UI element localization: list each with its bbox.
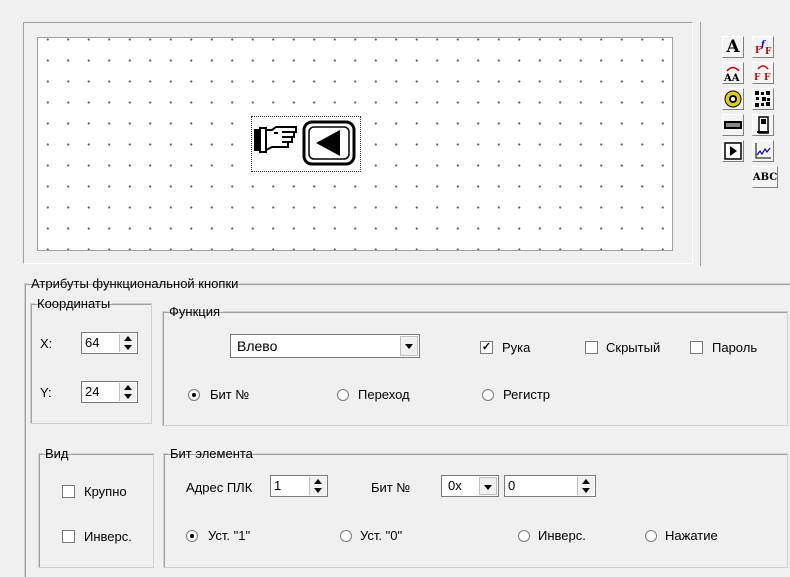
left-arrow-icon: [302, 120, 356, 166]
graph-tool-button[interactable]: [752, 140, 774, 162]
register-label: Регистр: [503, 387, 551, 402]
bitmap-tool-button[interactable]: [752, 88, 774, 110]
plc-address-label: Адрес ПЛК: [186, 480, 253, 495]
inverse-radio[interactable]: [518, 530, 530, 542]
inverse-label: Инверс.: [538, 528, 586, 543]
password-checkbox[interactable]: [690, 341, 703, 354]
bit-element-group: Бит элемента: [163, 446, 788, 568]
bit-element-group-title: Бит элемента: [170, 446, 253, 461]
large-checkbox[interactable]: [62, 485, 75, 498]
bit-number-radio[interactable]: [188, 389, 200, 401]
dynamic-text-tool-button[interactable]: AA: [722, 62, 744, 84]
bit-prefix-value: 0x: [448, 478, 462, 493]
selected-button-element[interactable]: [251, 116, 361, 172]
bit-prefix-select[interactable]: 0x: [441, 475, 499, 497]
bit-number-spinner[interactable]: 0: [504, 475, 596, 497]
set-0-label: Уст. "0": [360, 528, 403, 543]
svg-text:F: F: [754, 73, 761, 83]
svg-text:F: F: [765, 47, 772, 57]
pointing-hand-icon: [254, 126, 297, 153]
set-1-label: Уст. "1": [208, 528, 251, 543]
lamp-icon: [724, 90, 742, 108]
formula-icon: FfF: [755, 40, 772, 57]
y-coordinate-spinner[interactable]: 24: [81, 381, 138, 403]
pattern-icon: [755, 91, 770, 107]
hand-checkbox[interactable]: ✓: [480, 341, 493, 354]
abc-tool-button[interactable]: ABC: [752, 166, 778, 188]
y-coordinate-value: 24: [85, 384, 100, 399]
coordinates-group-title: Координаты: [37, 296, 111, 311]
y-spin-arrows[interactable]: [119, 383, 136, 401]
bit-number-field-label: Бит №: [371, 480, 411, 495]
door-icon: [757, 116, 769, 134]
inverse-view-checkbox[interactable]: [62, 530, 75, 543]
svg-text:F: F: [764, 73, 771, 83]
x-coordinate-value: 64: [85, 335, 100, 350]
password-label: Пароль: [712, 340, 758, 355]
register-radio[interactable]: [482, 389, 494, 401]
lamp-tool-button[interactable]: [722, 88, 744, 110]
hand-label: Рука: [502, 340, 531, 355]
function-button-tool-button[interactable]: [722, 140, 744, 162]
function-select[interactable]: Влево: [230, 334, 420, 358]
x-coordinate-spinner[interactable]: 64: [81, 332, 138, 354]
bit-number-label: Бит №: [210, 387, 250, 402]
tools-toolbar: [700, 22, 790, 266]
jump-label: Переход: [358, 387, 410, 402]
set-0-radio[interactable]: [340, 530, 352, 542]
plc-address-spinner[interactable]: 1: [270, 475, 328, 497]
coordinates-group: Координаты: [30, 296, 152, 424]
chevron-down-icon[interactable]: [400, 336, 418, 356]
large-label: Крупно: [84, 484, 127, 499]
text-tool-label: A: [726, 37, 740, 57]
x-spin-arrows[interactable]: [119, 334, 136, 352]
press-radio[interactable]: [645, 530, 657, 542]
hidden-checkbox[interactable]: [585, 341, 598, 354]
text-tool-button[interactable]: A: [722, 36, 744, 58]
abc-tool-label: ABC: [752, 171, 778, 183]
bit-number-value: 0: [508, 478, 516, 493]
bit-spin-arrows[interactable]: [577, 477, 594, 495]
input-field-tool-button[interactable]: [722, 114, 744, 136]
function-group-title: Функция: [169, 304, 220, 319]
dynamic-formula-tool-button[interactable]: FF: [752, 62, 774, 84]
attributes-group-title: Атрибуты функциональной кнопки: [31, 276, 239, 291]
y-label: Y:: [40, 385, 52, 400]
hidden-label: Скрытый: [606, 340, 661, 355]
chevron-down-icon[interactable]: [479, 477, 497, 495]
door-tool-button[interactable]: [752, 114, 774, 136]
plc-spin-arrows[interactable]: [309, 477, 326, 495]
play-button-icon: [724, 142, 742, 160]
inverse-view-label: Инверс.: [84, 529, 132, 544]
plc-address-value: 1: [274, 478, 282, 493]
formula-tool-button[interactable]: FfF: [752, 36, 774, 58]
jump-radio[interactable]: [337, 389, 349, 401]
dynamic-formula-icon: FF: [754, 65, 771, 83]
chart-icon: [755, 143, 771, 159]
function-selected-value: Влево: [237, 338, 278, 354]
svg-text:AA: AA: [723, 73, 740, 83]
view-group: Вид: [38, 446, 154, 568]
dynamic-text-icon: AA: [723, 66, 740, 83]
press-label: Нажатие: [665, 528, 718, 543]
x-label: X:: [40, 336, 53, 351]
keyboard-icon: [724, 121, 742, 129]
set-1-radio[interactable]: [186, 530, 198, 542]
view-group-title: Вид: [45, 446, 69, 461]
function-group: Функция: [162, 304, 788, 426]
